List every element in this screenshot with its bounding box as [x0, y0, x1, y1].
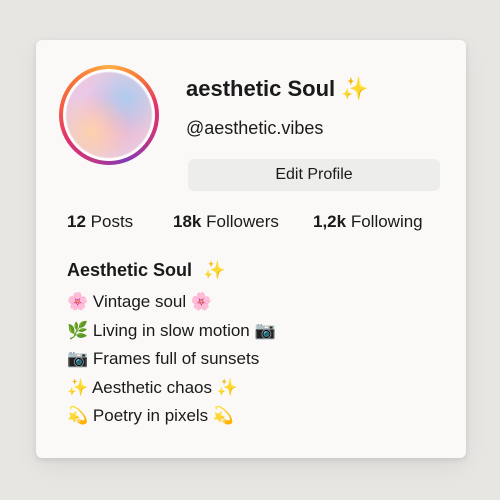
edit-profile-button[interactable]: Edit Profile [188, 159, 440, 191]
sparkle-icon: ✨ [216, 377, 238, 397]
avatar-border [63, 69, 155, 161]
followers-label: Followers [206, 212, 279, 231]
bio-name-text: Aesthetic Soul [67, 260, 193, 280]
username-text: aesthetic Soul [186, 76, 336, 101]
bio-lines: 🌸 Vintage soul 🌸 🌿 Living in slow motion… [67, 288, 276, 431]
bio-line: 🌿 Living in slow motion 📷 [67, 317, 276, 346]
bio-line-text: Living in slow motion [92, 320, 250, 340]
bio-line-text: Vintage soul [92, 292, 187, 311]
followers-count: 18k [173, 212, 202, 231]
bio-line-text: Frames full of sunsets [92, 349, 260, 368]
bio-line-text: Poetry in pixels [92, 406, 209, 425]
avatar[interactable] [59, 65, 159, 165]
profile-card: aesthetic Soul ✨ @aesthetic.vibes Edit Pr… [36, 40, 466, 458]
halo-icon: 💫 [212, 406, 235, 425]
posts-label: Posts [90, 212, 134, 231]
camera-icon: 📷 [254, 320, 276, 340]
flower-icon: 🌸 [67, 292, 89, 311]
bio-line: ✨ Aesthetic chaos ✨ [67, 374, 276, 403]
bio-line: 💫 Poetry in pixels 💫 [67, 402, 276, 431]
bio-name: Aesthetic Soul ✨ [67, 260, 225, 281]
bio-line-text: Aesthetic chaos [91, 377, 212, 397]
sparkle-icon: ✨ [341, 76, 369, 101]
halo-icon: 💫 [67, 406, 89, 425]
stat-following[interactable]: 1,2k Following [313, 212, 423, 232]
camera-icon: 📷 [67, 349, 89, 368]
posts-count: 12 [67, 212, 86, 231]
sparkle-icon: ✨ [203, 260, 226, 280]
profile-handle: @aesthetic.vibes [186, 118, 324, 138]
stat-posts[interactable]: 12 Posts [67, 212, 133, 232]
bio-line: 📷 Frames full of sunsets [67, 345, 276, 374]
sparkle-icon: ✨ [67, 377, 89, 397]
following-label: Following [350, 212, 423, 231]
herb-icon: 🌿 [67, 320, 89, 340]
profile-username: aesthetic Soul ✨ [186, 76, 369, 102]
bio-line: 🌸 Vintage soul 🌸 [67, 288, 276, 317]
following-count: 1,2k [313, 212, 347, 231]
stat-followers[interactable]: 18k Followers [173, 212, 279, 232]
flower-icon: 🌸 [190, 292, 213, 311]
avatar-image [66, 72, 152, 158]
